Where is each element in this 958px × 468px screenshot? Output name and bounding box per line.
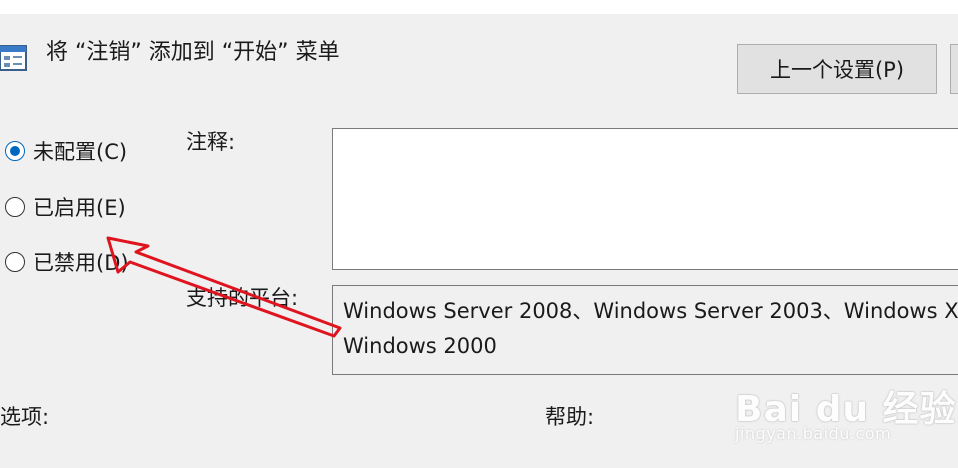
radio-unselected-icon[interactable] [5,197,25,217]
radio-enabled[interactable]: 已启用(E) [5,192,126,222]
radio-label: 已禁用(D) [33,251,129,275]
comment-textarea[interactable] [332,128,958,270]
platform-line: Windows 2000 [343,334,497,358]
previous-setting-button[interactable]: 上一个设置(P) [737,44,937,94]
radio-label: 已启用(E) [33,196,126,220]
next-setting-button[interactable] [950,44,958,94]
supported-platform-label: 支持的平台: [186,286,299,310]
comment-label: 注释: [186,130,236,154]
policy-setting-icon [0,45,27,71]
supported-platform-field: Windows Server 2008、Windows Server 2003、… [332,285,958,375]
watermark-url: jingyan.baidu.com [735,424,892,443]
dialog-title: 将 “注销” 添加到 “开始” 菜单 [46,40,340,65]
radio-selected-icon[interactable] [5,141,25,161]
radio-label: 未配置(C) [33,140,128,164]
baidu-jingyan-watermark: Bai du 经验 jingyan.baidu.com [735,372,956,452]
radio-disabled[interactable]: 已禁用(D) [5,247,129,277]
platform-line: Windows Server 2008、Windows Server 2003、… [343,299,958,323]
radio-not-configured[interactable]: 未配置(C) [5,136,127,166]
help-label: 帮助: [545,405,595,429]
options-label: 选项: [0,405,50,429]
radio-unselected-icon[interactable] [5,252,25,272]
